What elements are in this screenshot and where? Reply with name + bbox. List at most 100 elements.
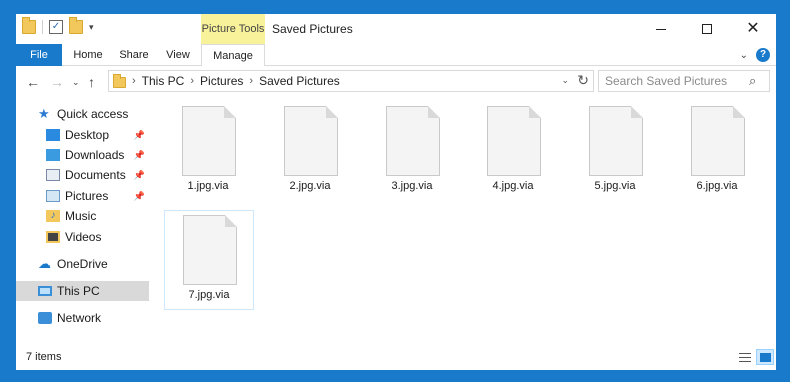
pictures-icon — [46, 190, 60, 202]
sidebar-item-network[interactable]: Network — [16, 308, 149, 328]
sidebar-item-label: Desktop — [65, 128, 110, 142]
file-name: 2.jpg.via — [289, 180, 331, 192]
picture-tools-label: Picture Tools — [201, 14, 265, 44]
file-item[interactable]: 6.jpg.via — [673, 102, 763, 202]
sidebar-item-onedrive[interactable]: ☁ OneDrive — [16, 254, 149, 274]
pin-icon[interactable]: 📌 — [134, 150, 145, 161]
file-item[interactable]: 7.jpg.via — [164, 210, 254, 310]
sidebar-item-downloads[interactable]: Downloads 📌 — [16, 145, 149, 165]
desktop-icon — [46, 129, 60, 141]
minimize-button[interactable] — [638, 14, 684, 44]
file-item[interactable]: 4.jpg.via — [469, 102, 559, 202]
up-icon[interactable]: ↑ — [88, 73, 95, 91]
item-count: 7 items — [26, 351, 62, 363]
search-icon[interactable]: ⌕ — [749, 73, 756, 89]
customize-toolbar-icon[interactable]: ▾ — [89, 22, 94, 33]
folder-icon[interactable] — [22, 17, 36, 34]
sidebar-item-label: Network — [57, 311, 102, 325]
pin-icon[interactable]: 📌 — [134, 170, 145, 181]
expand-ribbon-icon[interactable]: ⌄ — [740, 50, 748, 61]
tab-file[interactable]: File — [16, 44, 62, 66]
file-name: 3.jpg.via — [391, 180, 433, 192]
file-icon — [589, 106, 643, 176]
sidebar-item-pictures[interactable]: Pictures 📌 — [16, 186, 149, 206]
details-view-button[interactable] — [736, 349, 754, 365]
window-title: Saved Pictures — [272, 22, 353, 36]
chevron-right-icon[interactable]: › — [249, 75, 253, 87]
file-name: 7.jpg.via — [188, 289, 230, 301]
sidebar-item-this-pc[interactable]: This PC — [16, 281, 149, 301]
folder-icon — [113, 74, 126, 88]
tab-share[interactable]: Share — [112, 44, 156, 66]
ribbon-controls: ⌄ ? — [740, 48, 770, 62]
sidebar-item-label: Quick access — [57, 107, 129, 121]
file-icon — [386, 106, 440, 176]
maximize-button[interactable] — [684, 14, 730, 44]
recent-locations-icon[interactable]: ⌄ — [72, 73, 80, 91]
forward-icon[interactable]: → — [50, 73, 64, 91]
toolbar-separator — [42, 20, 43, 34]
navigation-pane: ★ Quick access Desktop 📌 Downloads 📌 Doc… — [16, 98, 149, 346]
file-icon — [183, 215, 237, 285]
quick-access-toolbar: ✓ ▾ — [22, 17, 94, 34]
file-icon — [487, 106, 541, 176]
details-view-icon — [739, 352, 751, 362]
sidebar-item-videos[interactable]: Videos — [16, 227, 149, 247]
sidebar-item-label: Downloads — [65, 148, 125, 162]
minimize-icon — [656, 28, 666, 30]
properties-icon[interactable]: ✓ — [49, 20, 63, 34]
file-name: 4.jpg.via — [492, 180, 534, 192]
documents-icon — [46, 169, 60, 181]
file-item[interactable]: 1.jpg.via — [164, 102, 254, 202]
sidebar-item-label: Documents — [65, 168, 126, 182]
chevron-right-icon[interactable]: › — [190, 75, 194, 87]
address-bar[interactable]: › This PC › Pictures › Saved Pictures ⌄ … — [108, 70, 594, 92]
file-name: 1.jpg.via — [187, 180, 229, 192]
large-icons-view-button[interactable] — [756, 349, 774, 365]
sidebar-item-desktop[interactable]: Desktop 📌 — [16, 125, 149, 145]
file-icon — [284, 106, 338, 176]
videos-icon — [46, 231, 60, 243]
status-bar: 7 items — [16, 346, 776, 370]
pin-icon[interactable]: 📌 — [134, 191, 145, 202]
back-icon[interactable]: ← — [26, 73, 40, 91]
music-icon: ♪ — [46, 210, 60, 222]
search-input[interactable] — [599, 71, 747, 91]
large-icons-view-icon — [759, 352, 771, 362]
network-icon — [38, 312, 52, 324]
sidebar-item-music[interactable]: ♪ Music — [16, 206, 149, 226]
breadcrumb-saved-pictures[interactable]: Saved Pictures — [259, 74, 340, 88]
pin-icon[interactable]: 📌 — [134, 130, 145, 141]
file-list[interactable]: 1.jpg.via 2.jpg.via 3.jpg.via 4.jpg.via … — [156, 98, 776, 346]
sidebar-item-documents[interactable]: Documents 📌 — [16, 165, 149, 185]
sidebar-item-label: Videos — [65, 230, 102, 244]
sidebar-item-label: Music — [65, 209, 97, 223]
chevron-right-icon[interactable]: › — [132, 75, 136, 87]
downloads-icon — [46, 149, 60, 161]
breadcrumb-this-pc[interactable]: This PC — [142, 74, 185, 88]
address-dropdown-icon[interactable]: ⌄ — [561, 75, 569, 86]
file-item[interactable]: 3.jpg.via — [368, 102, 458, 202]
close-icon: ✕ — [746, 20, 760, 37]
tab-view[interactable]: View — [158, 44, 198, 66]
file-icon — [691, 106, 745, 176]
search-box[interactable]: ⌕ — [598, 70, 770, 92]
sidebar-item-label: Pictures — [65, 189, 109, 203]
tab-home[interactable]: Home — [66, 44, 110, 66]
breadcrumb-pictures[interactable]: Pictures — [200, 74, 243, 88]
file-icon — [182, 106, 236, 176]
sidebar-item-label: This PC — [57, 284, 100, 298]
close-button[interactable]: ✕ — [730, 14, 776, 44]
tab-manage[interactable]: Manage — [201, 44, 265, 67]
help-icon[interactable]: ? — [756, 48, 770, 62]
cloud-icon: ☁ — [38, 256, 51, 271]
sidebar-item-quick-access[interactable]: ★ Quick access — [16, 104, 149, 124]
computer-icon — [38, 286, 52, 296]
refresh-icon[interactable]: ↻ — [577, 72, 589, 89]
title-bar: ✓ ▾ Picture Tools Saved Pictures ✕ — [16, 14, 776, 44]
file-item[interactable]: 5.jpg.via — [571, 102, 661, 202]
new-folder-icon[interactable] — [69, 17, 83, 34]
explorer-window: ✓ ▾ Picture Tools Saved Pictures ✕ File … — [16, 14, 776, 370]
file-item[interactable]: 2.jpg.via — [266, 102, 356, 202]
address-toolbar: ← → ⌄ ↑ › This PC › Pictures › Saved Pic… — [16, 66, 776, 98]
